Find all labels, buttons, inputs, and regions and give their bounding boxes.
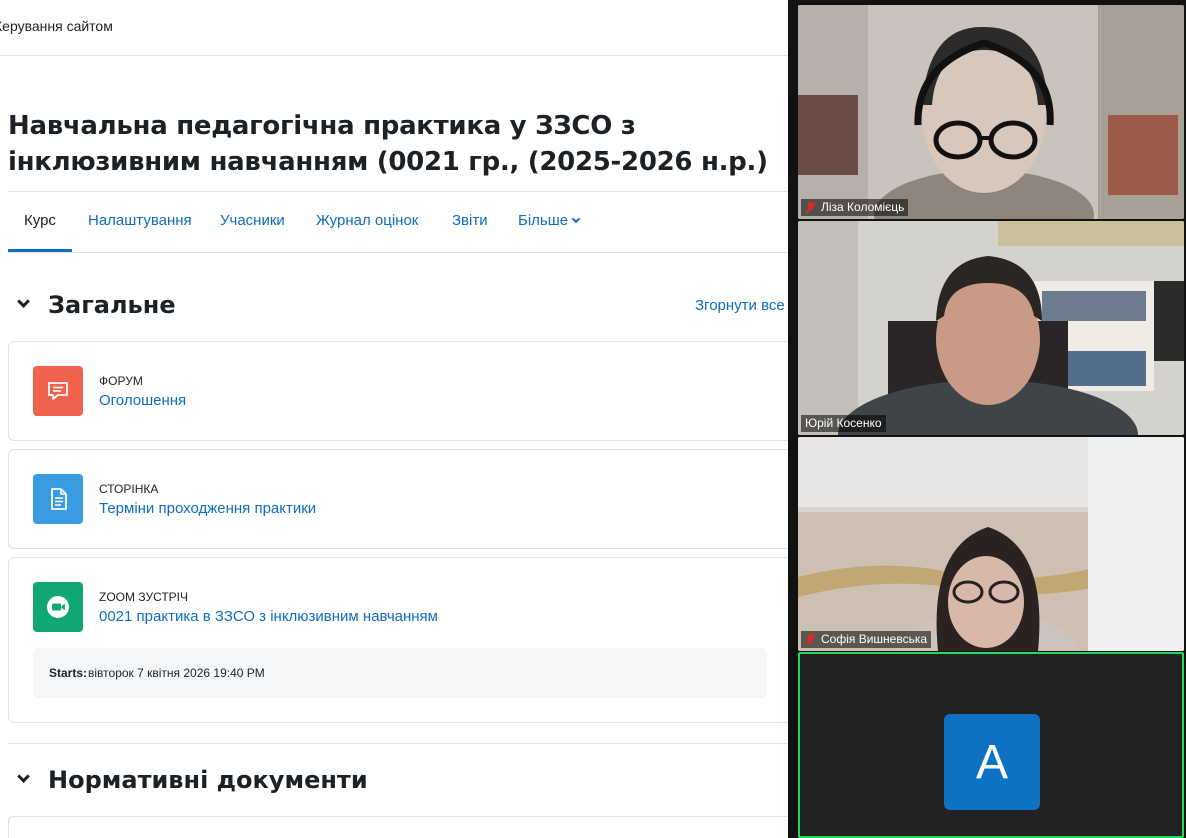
participant-video bbox=[798, 5, 1184, 219]
tab-more-label: Більше bbox=[518, 212, 569, 229]
activity-type-label: СТОРІНКА bbox=[99, 482, 159, 496]
starts-value: вівторок 7 квітня 2026 19:40 PM bbox=[88, 666, 265, 680]
zoom-starts-info: Starts: вівторок 7 квітня 2026 19:40 PM bbox=[33, 648, 767, 698]
site-admin-bar: Керування сайтом bbox=[0, 0, 788, 56]
section-collapse-chevron-icon[interactable] bbox=[17, 770, 30, 783]
active-tab-indicator bbox=[8, 249, 72, 252]
participant-video bbox=[798, 437, 1184, 651]
participant-video bbox=[798, 221, 1184, 435]
course-title: Навчальна педагогічна практика у ЗЗСО з … bbox=[8, 111, 768, 177]
activity-type-label: ФОРУМ bbox=[99, 374, 143, 388]
tab-settings[interactable]: Налаштування bbox=[88, 212, 192, 229]
forum-icon[interactable] bbox=[33, 366, 83, 416]
avatar: A bbox=[944, 714, 1040, 810]
section-title: Нормативні документи bbox=[48, 766, 368, 794]
activity-card-forum: ФОРУМ Оголошення bbox=[8, 341, 788, 441]
participant-name: Софія Вишневська bbox=[821, 632, 928, 646]
chevron-down-icon bbox=[571, 214, 581, 224]
participant-video-tile[interactable]: Софія Вишневська bbox=[798, 437, 1184, 651]
participant-name-tag: Юрій Косенко bbox=[801, 415, 886, 432]
tab-reports[interactable]: Звіти bbox=[452, 212, 488, 229]
site-admin-link[interactable]: Керування сайтом bbox=[0, 18, 113, 34]
section-title: Загальне bbox=[48, 291, 176, 319]
course-nav-tabs: Курс Налаштування Учасники Журнал оцінок… bbox=[8, 191, 788, 253]
activity-card-page: СТОРІНКА Терміни проходження практики bbox=[8, 449, 788, 549]
starts-label: Starts: bbox=[49, 666, 88, 680]
participant-video-tile[interactable]: Юрій Косенко bbox=[798, 221, 1184, 435]
tab-gradebook[interactable]: Журнал оцінок bbox=[316, 212, 418, 229]
tab-more[interactable]: Більше bbox=[518, 212, 581, 229]
mic-muted-icon bbox=[805, 633, 817, 646]
moodle-course-page: Керування сайтом Навчальна педагогічна п… bbox=[0, 0, 788, 838]
activity-link[interactable]: 0021 практика в ЗЗСО з інклюзивним навча… bbox=[99, 608, 438, 625]
participant-video-tile[interactable]: Ліза Коломієць bbox=[798, 5, 1184, 219]
activity-type-label: ZOOM ЗУСТРІЧ bbox=[99, 590, 188, 604]
page-icon[interactable] bbox=[33, 474, 83, 524]
activity-link[interactable]: Оголошення bbox=[99, 392, 186, 409]
active-speaker-tile[interactable]: A bbox=[798, 652, 1184, 838]
activity-link[interactable]: Терміни проходження практики bbox=[99, 500, 316, 517]
zoom-gallery-panel: Ліза Коломієць Юрій Косенко Софія Вишнев… bbox=[788, 0, 1186, 838]
tab-course[interactable]: Курс bbox=[24, 212, 56, 229]
section-collapse-chevron-icon[interactable] bbox=[17, 295, 30, 308]
participant-name: Ліза Коломієць bbox=[821, 200, 905, 214]
zoom-video-icon[interactable] bbox=[33, 582, 83, 632]
participant-name-tag: Софія Вишневська bbox=[801, 631, 932, 648]
activity-card-partial bbox=[8, 816, 788, 838]
tab-participants[interactable]: Учасники bbox=[220, 212, 285, 229]
section-divider bbox=[8, 743, 788, 744]
participant-name: Юрій Косенко bbox=[805, 416, 882, 430]
participant-name-tag: Ліза Коломієць bbox=[801, 199, 909, 216]
collapse-all-link[interactable]: Згорнути все bbox=[695, 297, 785, 314]
mic-muted-icon bbox=[805, 201, 817, 214]
activity-card-zoom: ZOOM ЗУСТРІЧ 0021 практика в ЗЗСО з інкл… bbox=[8, 557, 788, 723]
